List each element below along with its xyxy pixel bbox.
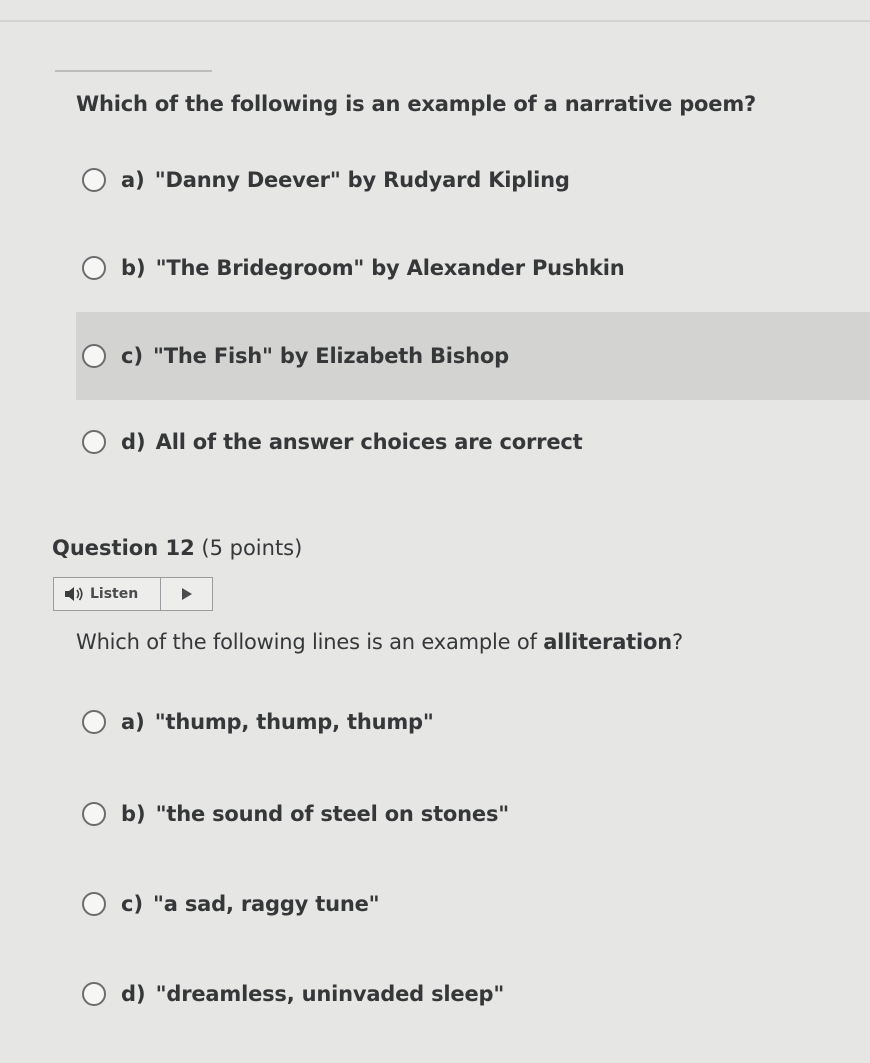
speaker-icon (65, 587, 83, 601)
q12-option-a[interactable]: a) "thump, thump, thump" (76, 678, 870, 766)
option-letter: d) (121, 430, 146, 454)
option-text: "dreamless, uninvaded sleep" (155, 982, 505, 1006)
option-text: "Danny Deever" by Rudyard Kipling (154, 168, 570, 192)
radio-button[interactable] (82, 892, 106, 916)
radio-button[interactable] (82, 344, 106, 368)
q11-option-b[interactable]: b) "The Bridegroom" by Alexander Pushkin (76, 224, 870, 312)
q11-option-c[interactable]: c) "The Fish" by Elizabeth Bishop (76, 312, 870, 400)
option-letter: a) (121, 168, 145, 192)
option-text: "thump, thump, thump" (154, 710, 434, 734)
q12-option-d[interactable]: d) "dreamless, uninvaded sleep" (76, 950, 870, 1038)
radio-button[interactable] (82, 802, 106, 826)
option-letter: c) (121, 892, 144, 916)
question-text-suffix: ? (671, 630, 683, 654)
question-text-keyword: alliteration (543, 630, 672, 654)
question-12-text: Which of the following lines is an examp… (76, 630, 683, 654)
question-number: Question 12 (52, 536, 195, 560)
question-11-text: Which of the following is an example of … (76, 92, 756, 116)
option-text: "The Bridegroom" by Alexander Pushkin (155, 256, 625, 280)
option-text: All of the answer choices are correct (155, 430, 583, 454)
option-text: "a sad, raggy tune" (153, 892, 380, 916)
listen-label: Listen (90, 586, 139, 602)
q11-option-a[interactable]: a) "Danny Deever" by Rudyard Kipling (76, 136, 870, 224)
radio-button[interactable] (82, 982, 106, 1006)
q12-option-c[interactable]: c) "a sad, raggy tune" (76, 860, 870, 948)
option-text: "the sound of steel on stones" (155, 802, 510, 826)
radio-button[interactable] (82, 710, 106, 734)
question-points: (5 points) (201, 536, 303, 560)
radio-button[interactable] (82, 168, 106, 192)
q11-option-d[interactable]: d) All of the answer choices are correct (76, 398, 870, 486)
option-letter: c) (121, 344, 144, 368)
q12-option-b[interactable]: b) "the sound of steel on stones" (76, 770, 870, 858)
listen-button[interactable]: Listen (54, 578, 161, 610)
play-icon (181, 588, 192, 600)
option-text: "The Fish" by Elizabeth Bishop (153, 344, 509, 368)
option-letter: d) (121, 982, 146, 1006)
option-letter: b) (121, 802, 146, 826)
section-divider (55, 70, 212, 72)
play-button[interactable] (161, 578, 212, 610)
radio-button[interactable] (82, 430, 106, 454)
top-border (0, 20, 870, 22)
radio-button[interactable] (82, 256, 106, 280)
question-12-header: Question 12 (5 points) (52, 536, 302, 560)
option-letter: b) (121, 256, 146, 280)
option-letter: a) (121, 710, 145, 734)
listen-widget: Listen (53, 577, 213, 611)
question-text-prefix: Which of the following lines is an examp… (76, 630, 544, 654)
